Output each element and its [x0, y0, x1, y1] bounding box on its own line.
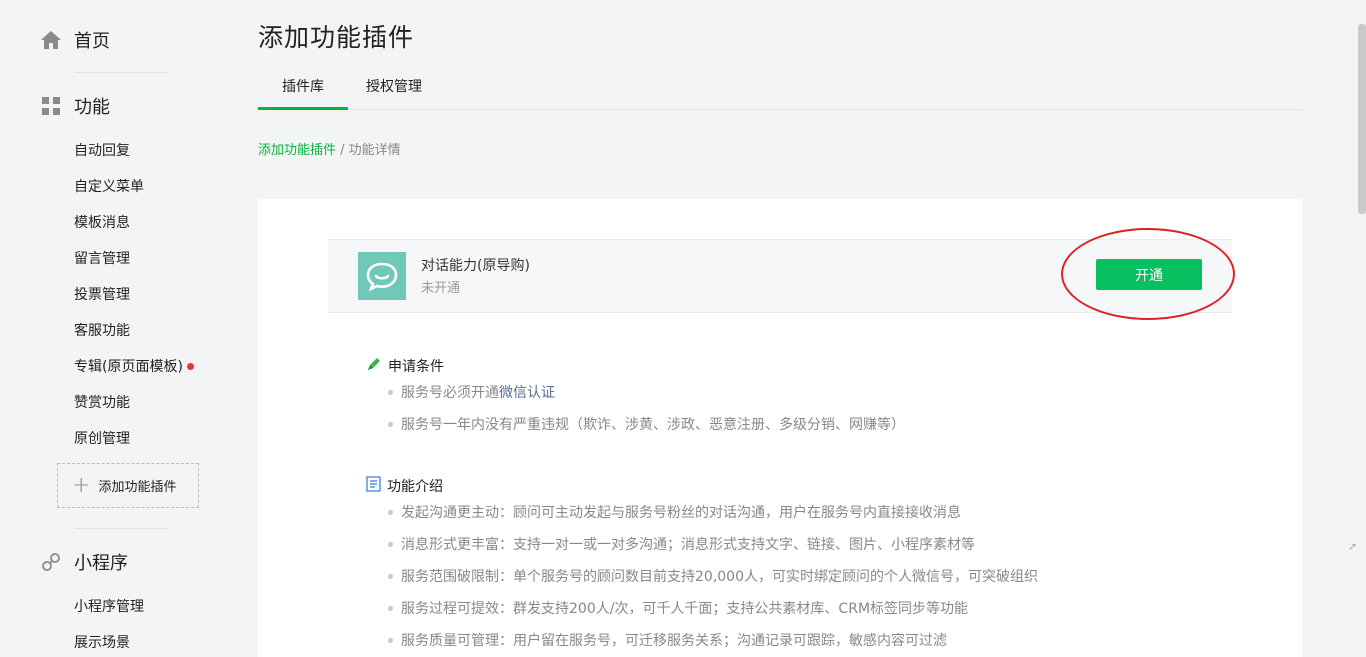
link-icon	[40, 551, 62, 573]
sidebar-item-original[interactable]: 原创管理	[74, 428, 130, 448]
wechat-verify-link[interactable]: 微信认证	[499, 382, 555, 402]
pencil-icon	[366, 356, 382, 376]
scrollbar-thumb[interactable]	[1358, 24, 1366, 214]
sidebar-item-album-label: 专辑(原页面模板)	[74, 356, 183, 376]
breadcrumb-current: 功能详情	[349, 143, 401, 158]
document-icon	[366, 476, 381, 496]
nav-features-label: 功能	[74, 93, 110, 119]
intro-title: 功能介绍	[366, 476, 443, 496]
nav-home[interactable]: 首页	[40, 27, 110, 53]
nav-miniprogram-label: 小程序	[74, 549, 128, 575]
plus-icon: +	[72, 475, 90, 497]
sidebar-item-votes[interactable]: 投票管理	[74, 284, 130, 304]
requirement-text: 服务号一年内没有严重违规（欺诈、涉黄、涉政、恶意注册、多级分销、网赚等）	[401, 414, 905, 434]
sidebar-item-miniprogram-manage[interactable]: 小程序管理	[74, 596, 144, 616]
sidebar-item-customer-service[interactable]: 客服功能	[74, 320, 130, 340]
sidebar-item-album[interactable]: 专辑(原页面模板)	[74, 356, 194, 376]
divider	[74, 528, 168, 529]
sidebar: 首页 功能 自动回复 自定义菜单 模板消息 留言管理 投票管理 客服功能 专辑(…	[0, 0, 230, 657]
intro-text: 服务质量可管理：用户留在服务号，可迁移服务关系；沟通记录可跟踪，敏感内容可过滤	[401, 630, 947, 650]
requirement-text: 服务号必须开通	[401, 382, 499, 402]
nav-miniprogram[interactable]: 小程序	[40, 549, 128, 575]
sidebar-item-comments[interactable]: 留言管理	[74, 248, 130, 268]
notification-dot	[187, 363, 194, 370]
tab-bar: 插件库 授权管理	[258, 72, 1302, 110]
add-plugin-label: 添加功能插件	[98, 476, 176, 495]
bullet-dot	[388, 422, 393, 427]
bullet-dot	[388, 542, 393, 547]
pin-icon: ➚	[1348, 540, 1357, 553]
grid-icon	[40, 95, 62, 117]
intro-text: 服务范围破限制：单个服务号的顾问数目前支持20,000人，可实时绑定顾问的个人微…	[401, 566, 1038, 586]
intro-item: 服务范围破限制：单个服务号的顾问数目前支持20,000人，可实时绑定顾问的个人微…	[388, 566, 1038, 586]
sidebar-item-reward[interactable]: 赞赏功能	[74, 392, 130, 412]
intro-item: 服务质量可管理：用户留在服务号，可迁移服务关系；沟通记录可跟踪，敏感内容可过滤	[388, 630, 947, 650]
plugin-name: 对话能力(原导购)	[421, 255, 530, 275]
requirement-item: 服务号必须开通微信认证	[388, 382, 555, 402]
requirements-title-label: 申请条件	[388, 356, 444, 376]
sidebar-item-display-scene[interactable]: 展示场景	[74, 632, 130, 652]
home-icon	[40, 29, 62, 51]
sidebar-item-template-msg[interactable]: 模板消息	[74, 212, 130, 232]
plugin-status: 未开通	[421, 277, 460, 296]
tab-auth-manage[interactable]: 授权管理	[348, 72, 440, 110]
bullet-dot	[388, 574, 393, 579]
intro-title-label: 功能介绍	[387, 476, 443, 496]
breadcrumb-link[interactable]: 添加功能插件	[258, 143, 336, 158]
breadcrumb: 添加功能插件 / 功能详情	[258, 139, 401, 158]
sidebar-item-custom-menu[interactable]: 自定义菜单	[74, 176, 144, 196]
bullet-dot	[388, 390, 393, 395]
nav-features[interactable]: 功能	[40, 93, 110, 119]
bullet-dot	[388, 510, 393, 515]
tab-plugin-library[interactable]: 插件库	[258, 72, 348, 110]
intro-text: 服务过程可提效：群发支持200人/次，可千人千面；支持公共素材库、CRM标签同步…	[401, 598, 968, 618]
sidebar-item-auto-reply[interactable]: 自动回复	[74, 140, 130, 160]
bullet-dot	[388, 606, 393, 611]
requirement-item: 服务号一年内没有严重违规（欺诈、涉黄、涉政、恶意注册、多级分销、网赚等）	[388, 414, 905, 434]
intro-item: 服务过程可提效：群发支持200人/次，可千人千面；支持公共素材库、CRM标签同步…	[388, 598, 968, 618]
add-plugin-button[interactable]: + 添加功能插件	[57, 463, 199, 508]
intro-text: 消息形式更丰富：支持一对一或一对多沟通；消息形式支持文字、链接、图片、小程序素材…	[401, 534, 975, 554]
requirements-title: 申请条件	[366, 356, 444, 376]
divider	[74, 72, 168, 73]
page-title: 添加功能插件	[258, 18, 414, 54]
bullet-dot	[388, 638, 393, 643]
intro-item: 发起沟通更主动：顾问可主动发起与服务号粉丝的对话沟通，用户在服务号内直接接收消息	[388, 502, 961, 522]
intro-text: 发起沟通更主动：顾问可主动发起与服务号粉丝的对话沟通，用户在服务号内直接接收消息	[401, 502, 961, 522]
breadcrumb-separator: /	[336, 143, 349, 158]
intro-item: 消息形式更丰富：支持一对一或一对多沟通；消息形式支持文字、链接、图片、小程序素材…	[388, 534, 975, 554]
nav-home-label: 首页	[74, 27, 110, 53]
chat-bubble-icon	[358, 252, 406, 300]
activate-button[interactable]: 开通	[1096, 259, 1202, 290]
plugin-detail-card: 对话能力(原导购) 未开通 开通 申请条件 服务号必须开通微信认证 服务号一年内…	[258, 199, 1302, 657]
